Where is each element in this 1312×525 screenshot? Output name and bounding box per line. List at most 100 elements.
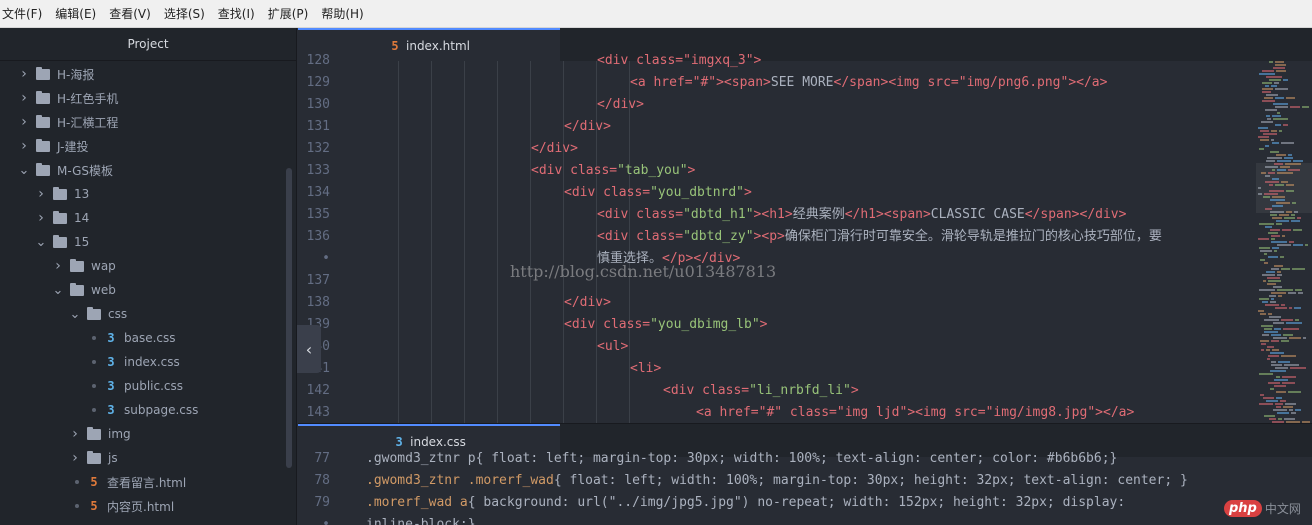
- tree-item[interactable]: › H-汇横工程: [18, 110, 118, 134]
- menu-view[interactable]: 查看(V): [109, 5, 157, 22]
- minimap-line: [1267, 277, 1280, 279]
- menu-packages[interactable]: 扩展(P): [268, 5, 315, 22]
- code-token: <div class=: [564, 317, 651, 332]
- menu-find[interactable]: 查找(I): [218, 5, 261, 22]
- tree-item-label: H-汇横工程: [57, 115, 119, 130]
- tree-item[interactable]: 5 内容页.html: [69, 494, 174, 518]
- minimap-line: [1275, 367, 1288, 369]
- chevron-right-icon[interactable]: ›: [35, 210, 47, 226]
- minimap-line: [1265, 208, 1272, 210]
- code-token: >: [759, 317, 768, 332]
- folder-icon: [87, 426, 101, 440]
- minimap-line: [1297, 217, 1301, 219]
- folder-icon: [70, 282, 84, 296]
- tree-item[interactable]: 3 public.css: [86, 374, 183, 398]
- minimap-line: [1262, 334, 1269, 336]
- code-line: <div class="dbtd_h1"><h1>经典案例</h1><span>…: [366, 204, 1126, 226]
- minimap-line: [1293, 160, 1303, 162]
- tree-item[interactable]: › wap: [52, 254, 116, 278]
- chevron-down-icon[interactable]: ⌄: [35, 235, 47, 250]
- minimap-line: [1275, 106, 1288, 108]
- chevron-down-icon[interactable]: ⌄: [18, 163, 30, 178]
- chevron-right-icon[interactable]: ›: [69, 450, 81, 466]
- chevron-right-icon[interactable]: ›: [52, 258, 64, 274]
- tree-item-label: 15: [74, 235, 90, 249]
- minimap-line: [1277, 112, 1280, 114]
- collapse-sidebar-icon[interactable]: ‹: [297, 325, 321, 373]
- code-token: <span>: [723, 75, 771, 90]
- minimap-line: [1277, 271, 1281, 273]
- tree-item[interactable]: › H-红色手机: [18, 86, 118, 110]
- tree-item[interactable]: ⌄ M-GS模板: [18, 158, 113, 182]
- chevron-down-icon[interactable]: ⌄: [69, 307, 81, 322]
- tree-item[interactable]: › 13: [35, 182, 89, 206]
- minimap-line: [1271, 238, 1275, 240]
- chevron-right-icon[interactable]: ›: [18, 114, 30, 130]
- folder-icon: [53, 210, 67, 224]
- tree-item-label: H-海报: [57, 67, 95, 82]
- tree-item[interactable]: ⌄ css: [69, 302, 127, 326]
- sidebar-scrollbar[interactable]: [286, 168, 292, 468]
- minimap-line: [1278, 361, 1290, 363]
- chevron-down-icon[interactable]: ⌄: [52, 283, 64, 298]
- chevron-right-icon[interactable]: ›: [69, 426, 81, 442]
- minimap-line: [1282, 376, 1296, 378]
- minimap-line: [1290, 106, 1300, 108]
- code-token: <div class="imgxq_3">: [597, 53, 762, 68]
- menu-file[interactable]: 文件(F): [2, 5, 48, 22]
- tree-item-label: 13: [74, 187, 90, 201]
- css3-icon: 3: [107, 403, 115, 417]
- watermark: http://blog.csdn.net/u013487813: [510, 262, 777, 281]
- minimap-line: [1281, 319, 1293, 321]
- tree-item[interactable]: 3 base.css: [86, 326, 176, 350]
- tree-item[interactable]: ⌄ web: [52, 278, 116, 302]
- chevron-right-icon[interactable]: ›: [18, 138, 30, 154]
- code-token: 确保柜门滑行时可靠安全。滑轮导轨是推拉门的核心技巧部位，要: [784, 229, 1162, 244]
- minimap-line: [1283, 124, 1288, 126]
- code-token: </span>: [833, 75, 889, 90]
- tree-item[interactable]: 3 index.css: [86, 350, 180, 374]
- code-token: </div>: [597, 97, 644, 112]
- minimap-line: [1276, 154, 1286, 156]
- chevron-right-icon[interactable]: ›: [35, 186, 47, 202]
- code-token: "you_dbtnrd": [650, 185, 745, 200]
- minimap[interactable]: [1256, 61, 1312, 423]
- php-badge: php: [1224, 499, 1262, 517]
- minimap-line: [1272, 247, 1279, 249]
- minimap-line: [1264, 193, 1278, 195]
- minimap-line: [1262, 274, 1275, 276]
- minimap-line: [1270, 229, 1280, 231]
- menu-selection[interactable]: 选择(S): [164, 5, 211, 22]
- minimap-line: [1289, 337, 1301, 339]
- line-number: 130: [306, 97, 330, 112]
- minimap-line: [1272, 205, 1283, 207]
- code-line: inline-block;}: [366, 514, 476, 525]
- tree-item[interactable]: › js: [69, 446, 117, 470]
- code-token: <div class=: [564, 185, 651, 200]
- minimap-line: [1262, 88, 1273, 90]
- chevron-right-icon[interactable]: ›: [18, 66, 30, 82]
- minimap-line: [1269, 418, 1276, 420]
- code-token: </div>: [531, 141, 578, 156]
- minimap-line: [1263, 196, 1270, 198]
- tree-item[interactable]: › H-海报: [18, 62, 94, 86]
- chevron-right-icon[interactable]: ›: [18, 90, 30, 106]
- line-number: 132: [306, 141, 330, 156]
- tree-item[interactable]: › J-建投: [18, 134, 88, 158]
- code-token: "li_nrbfd_li": [749, 383, 851, 398]
- minimap-line: [1260, 340, 1269, 342]
- menu-edit[interactable]: 编辑(E): [55, 5, 102, 22]
- minimap-line: [1264, 328, 1272, 330]
- menu-help[interactable]: 帮助(H): [321, 5, 369, 22]
- tree-item[interactable]: 3 subpage.css: [86, 398, 198, 422]
- menu-bar: 文件(F) 编辑(E) 查看(V) 选择(S) 查找(I) 扩展(P) 帮助(H…: [0, 0, 1312, 28]
- code-token: .gwomd3_ztnr .morerf_wad: [366, 473, 554, 488]
- tree-item[interactable]: › 14: [35, 206, 89, 230]
- code-token: "you_dbimg_lb": [650, 317, 760, 332]
- minimap-line: [1275, 124, 1281, 126]
- minimap-line: [1258, 193, 1262, 195]
- tree-item[interactable]: ⌄ 15: [35, 230, 89, 254]
- tree-item[interactable]: 5 查看留言.html: [69, 470, 186, 494]
- tree-item[interactable]: › img: [69, 422, 130, 446]
- line-number: 142: [306, 383, 330, 398]
